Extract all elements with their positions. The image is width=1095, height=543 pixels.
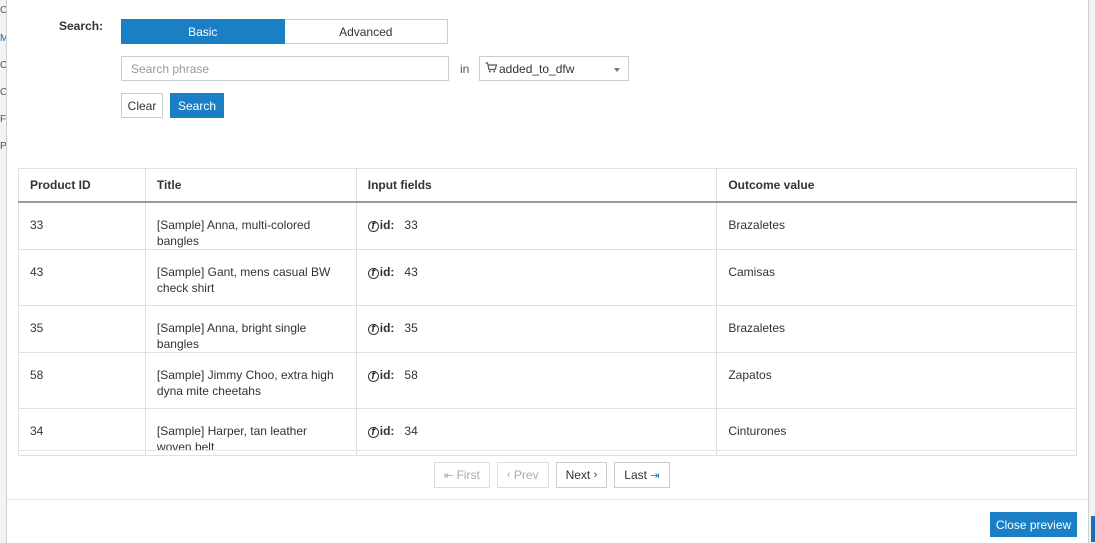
function-icon: f — [367, 370, 379, 382]
input-field-key: id: — [379, 423, 395, 438]
next-page-label: Next — [565, 468, 591, 482]
divider — [18, 450, 1077, 451]
prev-page-label: Prev — [513, 468, 539, 482]
background-letter: C — [0, 87, 7, 98]
input-field-key: id: — [379, 217, 395, 232]
results-table: Product ID Title Input fields Outcome va… — [18, 168, 1077, 456]
input-field-key: id: — [379, 367, 395, 382]
function-icon: f — [367, 220, 379, 232]
chevron-down-icon — [614, 68, 620, 72]
table-row: 43 [Sample] Gant, mens casual BW check s… — [18, 248, 1077, 306]
cell-outcome-value: Zapatos — [716, 351, 1077, 409]
chevron-right-icon: › — [593, 469, 598, 481]
function-icon: f — [367, 323, 379, 335]
last-page-button[interactable]: Last ⇥ — [614, 462, 670, 488]
in-label: in — [460, 62, 470, 76]
input-field-value: 43 — [404, 264, 418, 279]
background-page-edge: C M C C F P — [0, 0, 7, 543]
prev-page-button[interactable]: ‹ Prev — [496, 462, 549, 488]
table-row: 58 [Sample] Jimmy Choo, extra high dyna … — [18, 351, 1077, 409]
input-field-value: 35 — [404, 320, 418, 335]
cell-product-id: 33 — [18, 201, 146, 250]
first-page-button[interactable]: ⇤ First — [434, 462, 490, 488]
clear-button[interactable]: Clear — [121, 93, 163, 118]
column-header-outcome-value: Outcome value — [716, 168, 1077, 203]
table-header-row: Product ID Title Input fields Outcome va… — [18, 168, 1077, 203]
first-page-icon: ⇤ — [444, 469, 454, 482]
footer-divider — [7, 499, 1088, 500]
background-letter: P — [0, 141, 7, 152]
tab-basic[interactable]: Basic — [121, 19, 285, 44]
background-letter: M — [0, 34, 6, 44]
input-field-key: id: — [379, 264, 395, 279]
table-row: 33 [Sample] Anna, multi-colored bangles … — [18, 201, 1077, 250]
cell-product-id: 35 — [18, 304, 146, 353]
cell-title: [Sample] Jimmy Choo, extra high dyna mit… — [144, 351, 357, 409]
background-button-edge — [1091, 516, 1095, 542]
chevron-left-icon: ‹ — [506, 469, 511, 481]
column-header-input-fields: Input fields — [355, 168, 718, 203]
background-letter: F — [0, 114, 7, 125]
first-page-label: First — [456, 468, 480, 482]
last-page-icon: ⇥ — [650, 469, 660, 482]
search-button[interactable]: Search — [170, 93, 224, 118]
last-page-label: Last — [624, 468, 647, 482]
column-header-product-id: Product ID — [18, 168, 146, 203]
cell-input-fields: f id: 34 — [355, 407, 718, 456]
cell-input-fields: f id: 58 — [355, 351, 718, 409]
column-header-title: Title — [144, 168, 357, 203]
cell-product-id: 58 — [18, 351, 146, 409]
field-select[interactable]: added_to_dfw — [479, 56, 629, 81]
cell-title: [Sample] Anna, bright single bangles — [144, 304, 357, 353]
cell-input-fields: f id: 35 — [355, 304, 718, 353]
cell-title: [Sample] Harper, tan leather woven belt — [144, 407, 357, 456]
background-letter: C — [0, 5, 7, 16]
pagination: ⇤ First ‹ Prev Next › Last ⇥ — [434, 462, 670, 488]
cell-outcome-value: Brazaletes — [716, 304, 1077, 353]
preview-modal: Search: Basic Advanced in added_to_dfw C… — [7, 0, 1088, 543]
tab-advanced[interactable]: Advanced — [284, 19, 448, 44]
next-page-button[interactable]: Next › — [555, 462, 608, 488]
cell-product-id: 34 — [18, 407, 146, 456]
cell-input-fields: f id: 43 — [355, 248, 718, 306]
search-mode-toggle: Basic Advanced — [121, 19, 448, 44]
table-row: 35 [Sample] Anna, bright single bangles … — [18, 304, 1077, 353]
function-icon: f — [367, 267, 379, 279]
function-icon: f — [367, 426, 379, 438]
input-field-key: id: — [379, 320, 395, 335]
close-preview-button[interactable]: Close preview — [990, 512, 1077, 537]
cell-outcome-value: Cinturones — [716, 407, 1077, 456]
cell-title: [Sample] Gant, mens casual BW check shir… — [144, 248, 357, 306]
background-letter: C — [0, 60, 7, 71]
cell-title: [Sample] Anna, multi-colored bangles — [144, 201, 357, 250]
cell-outcome-value: Camisas — [716, 248, 1077, 306]
cell-input-fields: f id: 33 — [355, 201, 718, 250]
table-row: 34 [Sample] Harper, tan leather woven be… — [18, 407, 1077, 456]
field-select-value: added_to_dfw — [499, 61, 575, 76]
cell-outcome-value: Brazaletes — [716, 201, 1077, 250]
search-label: Search: — [59, 19, 104, 33]
input-field-value: 58 — [404, 367, 418, 382]
background-right-edge — [1088, 0, 1095, 543]
cell-product-id: 43 — [18, 248, 146, 306]
input-field-value: 34 — [404, 423, 418, 438]
input-field-value: 33 — [404, 217, 418, 232]
search-input[interactable] — [121, 56, 449, 81]
cart-icon — [485, 61, 498, 76]
